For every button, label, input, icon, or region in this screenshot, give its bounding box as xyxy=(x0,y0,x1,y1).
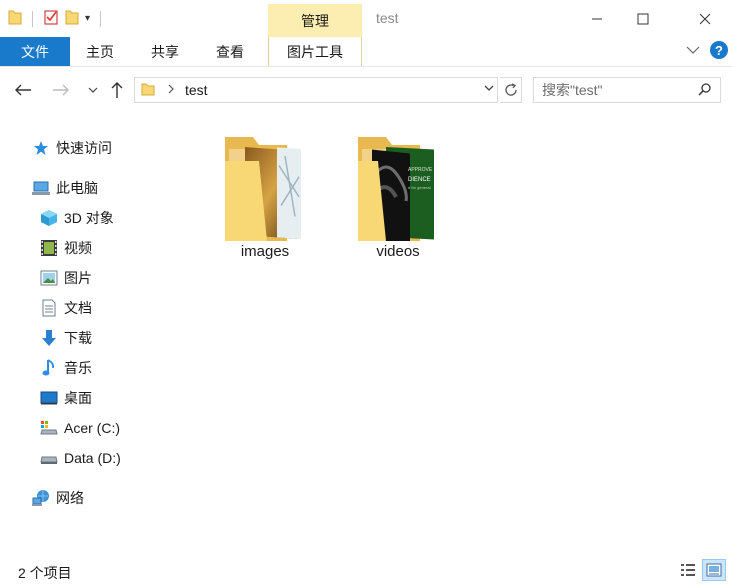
address-bar[interactable]: test xyxy=(134,77,498,103)
cube-icon xyxy=(40,209,58,227)
sidebar-item-3d-objects[interactable]: 3D 对象 xyxy=(40,203,114,233)
details-view-icon xyxy=(681,564,695,576)
properties-icon[interactable] xyxy=(43,9,59,28)
search-box[interactable] xyxy=(533,77,721,103)
arrow-right-icon xyxy=(53,84,69,96)
video-thumb-text: d for general xyxy=(408,185,431,190)
ribbon-right-controls: ? xyxy=(686,41,728,59)
forward-button[interactable] xyxy=(50,79,72,101)
details-view-button[interactable] xyxy=(676,559,700,581)
computer-icon xyxy=(32,179,50,197)
search-icon[interactable] xyxy=(698,82,712,99)
desktop-icon xyxy=(40,389,58,407)
tab-picture-tools[interactable]: 图片工具 xyxy=(268,37,362,66)
sidebar-item-label: Data (D:) xyxy=(64,450,121,466)
network-icon xyxy=(32,489,50,507)
sidebar-item-this-pc[interactable]: 此电脑 xyxy=(32,173,98,203)
star-icon xyxy=(32,139,50,157)
back-button[interactable] xyxy=(12,79,34,101)
sidebar-item-label: Acer (C:) xyxy=(64,420,120,436)
minimize-icon xyxy=(592,18,602,19)
sidebar-item-pictures[interactable]: 图片 xyxy=(40,263,92,293)
help-button[interactable]: ? xyxy=(710,41,728,59)
sidebar-item-label: 图片 xyxy=(64,270,92,286)
sidebar-item-label: 快速访问 xyxy=(56,140,112,156)
sidebar-item-label: 视频 xyxy=(64,240,92,256)
item-count: 2 个项目 xyxy=(18,565,72,581)
recent-locations-button[interactable] xyxy=(82,79,104,101)
sidebar-item-label: 文档 xyxy=(64,300,92,316)
refresh-button[interactable] xyxy=(500,77,522,103)
system-drive-icon xyxy=(40,419,58,437)
sidebar-item-drive-c[interactable]: Acer (C:) xyxy=(40,413,120,443)
folder-thumbnail-icon: APPROVE DIENCE d for general xyxy=(348,131,448,246)
folder-tile-videos[interactable]: APPROVE DIENCE d for general videos xyxy=(348,131,448,260)
sidebar-item-label: 音乐 xyxy=(64,360,92,376)
sidebar-item-label: 下载 xyxy=(64,330,92,346)
folder-tile-images[interactable]: images xyxy=(215,131,315,260)
breadcrumb-item[interactable]: test xyxy=(185,82,208,98)
sidebar-item-videos[interactable]: 视频 xyxy=(40,233,92,263)
download-arrow-icon xyxy=(40,329,58,347)
large-icons-view-button[interactable] xyxy=(702,559,726,581)
address-dropdown-icon[interactable] xyxy=(483,82,495,97)
video-thumb-text: APPROVE xyxy=(408,167,433,173)
folder-thumbnail-icon xyxy=(215,131,315,241)
quick-access-toolbar: ▾ xyxy=(8,9,105,28)
sidebar-item-label: 网络 xyxy=(56,490,84,506)
sidebar-item-music[interactable]: 音乐 xyxy=(40,353,92,383)
sidebar-item-drive-d[interactable]: Data (D:) xyxy=(40,443,121,473)
search-input[interactable] xyxy=(542,82,692,98)
folder-name: images xyxy=(240,243,290,260)
title-bar: ▾ 管理 test xyxy=(0,0,732,37)
customize-qat-icon[interactable]: ▾ xyxy=(85,13,90,24)
breadcrumb-separator-icon[interactable] xyxy=(167,83,175,97)
maximize-button[interactable] xyxy=(620,0,666,37)
picture-icon xyxy=(40,269,58,287)
address-row: test xyxy=(0,67,732,113)
sidebar-item-desktop[interactable]: 桌面 xyxy=(40,383,92,413)
tab-manage[interactable]: 管理 xyxy=(268,4,362,37)
chevron-down-icon xyxy=(88,87,98,93)
tab-file[interactable]: 文件 xyxy=(0,37,70,66)
video-thumb-text: DIENCE xyxy=(408,177,431,183)
ribbon-tab-row: 文件 主页 共享 查看 图片工具 ? xyxy=(0,37,732,67)
music-note-icon xyxy=(40,359,58,377)
separator xyxy=(100,10,102,27)
sidebar-item-label: 桌面 xyxy=(64,390,92,406)
tab-home[interactable]: 主页 xyxy=(86,37,114,66)
new-folder-icon[interactable] xyxy=(65,9,79,28)
close-button[interactable] xyxy=(682,0,728,37)
expand-ribbon-icon[interactable] xyxy=(686,42,700,58)
status-bar: 2 个项目 xyxy=(0,556,732,585)
folder-name: videos xyxy=(376,243,420,260)
window-title: test xyxy=(376,10,399,26)
sidebar-item-downloads[interactable]: 下载 xyxy=(40,323,92,353)
film-icon xyxy=(40,239,58,257)
sidebar-item-documents[interactable]: 文档 xyxy=(40,293,92,323)
sidebar-item-quick-access[interactable]: 快速访问 xyxy=(32,133,112,163)
navigation-pane: 快速访问 此电脑 3D 对象 视频 图片 文档 下载 音乐 桌面 Acer (C… xyxy=(0,113,200,553)
arrow-left-icon xyxy=(15,84,31,96)
sidebar-item-network[interactable]: 网络 xyxy=(32,483,84,513)
tab-view[interactable]: 查看 xyxy=(216,37,244,66)
tab-share[interactable]: 共享 xyxy=(151,37,179,66)
minimize-button[interactable] xyxy=(574,0,620,37)
folder-icon xyxy=(8,9,22,28)
drive-icon xyxy=(40,449,58,467)
sidebar-item-label: 3D 对象 xyxy=(64,210,114,226)
file-list: images APPROVE DIENCE d for general vide… xyxy=(200,113,732,553)
up-button[interactable] xyxy=(106,79,128,101)
sidebar-item-label: 此电脑 xyxy=(56,180,98,196)
maximize-icon xyxy=(637,13,649,24)
separator xyxy=(32,10,33,27)
close-icon xyxy=(699,13,711,24)
folder-icon xyxy=(141,82,155,99)
refresh-icon xyxy=(504,83,517,96)
document-icon xyxy=(40,299,58,317)
arrow-up-icon xyxy=(111,82,123,98)
large-icons-view-icon xyxy=(706,563,722,577)
